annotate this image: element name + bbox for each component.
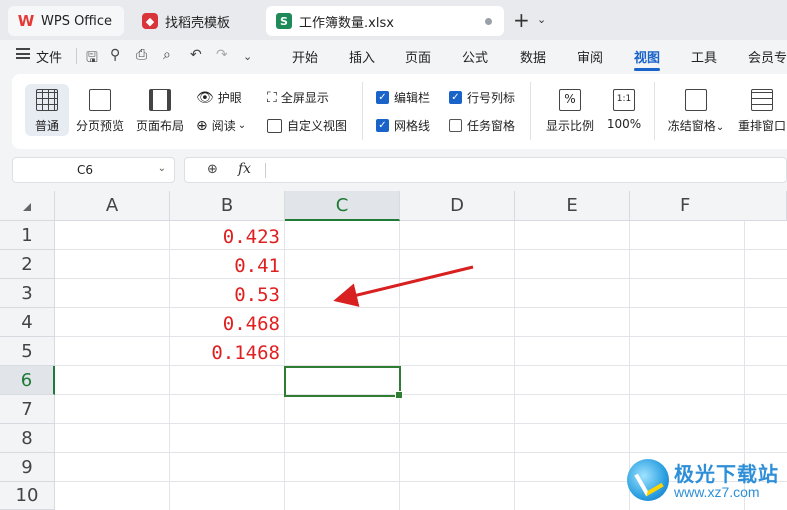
fullscreen-button[interactable]: ⛶ 全屏显示 — [267, 89, 329, 106]
save-icon[interactable]: 🖫 — [86, 47, 98, 71]
name-box[interactable]: C6 ⌄ — [12, 157, 175, 183]
menu-formulas[interactable]: 公式 — [462, 47, 488, 66]
divider — [362, 82, 363, 140]
name-box-value: C6 — [77, 163, 94, 177]
formula-input[interactable]: ⊕ fx — [184, 157, 787, 183]
zoom-label: 显示比例 — [545, 119, 594, 133]
title-tab-bar: W WPS Office ◆ 找稻壳模板 S 工作簿数量.xlsx + ⌄ — [0, 0, 787, 40]
watermark-url: www.xz7.com — [674, 484, 760, 500]
page-break-icon — [89, 89, 111, 111]
zoom-100-label: 100% — [606, 117, 642, 131]
tab-docer-templates[interactable]: ◆ 找稻壳模板 — [132, 6, 260, 36]
print-icon[interactable]: ⎙ — [136, 47, 147, 63]
fullscreen-label: 全屏显示 — [280, 91, 329, 105]
formula-bar-label: 编辑栏 — [394, 91, 431, 105]
eye-protection-button[interactable]: 👁 护眼 — [196, 89, 242, 106]
tab-workbook[interactable]: S 工作簿数量.xlsx — [266, 6, 504, 36]
tab-label: WPS Office — [41, 13, 113, 29]
page-break-preview-button[interactable]: 分页预览 — [74, 89, 126, 134]
unsaved-indicator-icon[interactable] — [485, 18, 492, 25]
eye-icon: 👁 — [196, 89, 214, 106]
file-menu[interactable]: 文件 — [36, 47, 62, 66]
active-menu-indicator — [634, 68, 660, 71]
zoom-in-icon[interactable]: ⊕ — [207, 162, 218, 177]
checkbox-checked-icon: ✓ — [376, 119, 389, 132]
checkbox-checked-icon: ✓ — [376, 91, 389, 104]
divider — [654, 82, 655, 140]
tab-label: 找稻壳模板 — [165, 15, 231, 31]
freeze-panes-label: 冻结窗格⌄ — [667, 119, 725, 133]
menu-data[interactable]: 数据 — [520, 47, 546, 66]
view-ribbon: 普通 分页预览 页面布局 👁 护眼 ⊕ 阅读 ⌄ ⛶ 全屏显示 自定义视图 ✓ … — [12, 74, 787, 149]
checkbox-checked-icon: ✓ — [449, 91, 462, 104]
reading-mode-button[interactable]: ⊕ 阅读 ⌄ — [196, 117, 246, 134]
divider — [76, 48, 77, 64]
crosshair-icon: ⊕ — [196, 117, 208, 134]
spreadsheet-icon: S — [276, 13, 292, 29]
freeze-panes-button[interactable]: 冻结窗格⌄ — [664, 89, 728, 134]
reading-mode-label: 阅读 — [211, 119, 236, 133]
zoom-button[interactable]: % 显示比例 — [542, 89, 598, 134]
docer-logo-icon: ◆ — [142, 13, 158, 29]
zoom-100-icon: 1:1 — [613, 89, 635, 111]
headings-label: 行号列标 — [467, 91, 516, 105]
formula-bar-checkbox[interactable]: ✓ 编辑栏 — [376, 89, 430, 106]
custom-view-icon — [267, 118, 282, 133]
new-tab-icon[interactable]: + — [513, 8, 530, 32]
arrange-windows-label: 重排窗口 — [737, 119, 786, 133]
page-break-label: 分页预览 — [75, 119, 124, 133]
task-pane-label: 任务窗格 — [467, 119, 516, 133]
chevron-down-icon: ⌄ — [237, 120, 247, 131]
watermark-title: 极光下载站 — [674, 462, 779, 486]
eye-protection-label: 护眼 — [217, 91, 242, 105]
menu-page[interactable]: 页面 — [405, 47, 431, 66]
tab-wps-office[interactable]: W WPS Office — [8, 6, 124, 36]
print-preview-icon[interactable]: ⌕ — [163, 47, 171, 63]
freeze-panes-icon — [685, 89, 707, 111]
hamburger-menu-icon[interactable] — [16, 48, 30, 59]
headings-checkbox[interactable]: ✓ 行号列标 — [449, 89, 515, 106]
format-painter-icon[interactable]: ⚲ — [110, 47, 120, 63]
wps-logo-icon: W — [17, 12, 35, 30]
page-layout-icon — [149, 89, 171, 111]
zoom-percent-icon: % — [559, 89, 581, 111]
arrow-line — [333, 265, 474, 307]
function-icon[interactable]: fx — [238, 161, 251, 177]
menu-review[interactable]: 审阅 — [577, 47, 603, 66]
normal-view-label: 普通 — [34, 119, 59, 133]
custom-view-button[interactable]: 自定义视图 — [267, 117, 347, 134]
arrange-windows-button[interactable]: 重排窗口 — [734, 89, 787, 134]
undo-icon[interactable]: ↶ — [190, 47, 202, 63]
fullscreen-icon: ⛶ — [267, 89, 277, 106]
menu-member[interactable]: 会员专 — [748, 47, 787, 66]
gridlines-checkbox[interactable]: ✓ 网格线 — [376, 117, 430, 134]
redo-icon[interactable]: ↷ — [216, 47, 228, 63]
menu-home[interactable]: 开始 — [292, 47, 318, 66]
divider — [530, 82, 531, 140]
divider — [265, 163, 266, 178]
task-pane-checkbox[interactable]: 任务窗格 — [449, 117, 515, 134]
tab-label: 工作簿数量.xlsx — [299, 15, 394, 31]
gridlines-label: 网格线 — [394, 119, 431, 133]
custom-view-label: 自定义视图 — [287, 119, 348, 133]
chevron-down-icon[interactable]: ⌄ — [537, 13, 546, 26]
normal-view-button[interactable]: 普通 — [25, 84, 69, 136]
menu-view[interactable]: 视图 — [634, 47, 660, 66]
checkbox-unchecked-icon — [449, 119, 462, 132]
zoom-100-button[interactable]: 1:1 100% — [604, 89, 644, 131]
page-layout-button[interactable]: 页面布局 — [134, 89, 186, 134]
menu-insert[interactable]: 插入 — [349, 47, 375, 66]
grid-icon — [36, 89, 58, 111]
page-layout-label: 页面布局 — [135, 119, 184, 133]
chevron-down-icon[interactable]: ⌄ — [158, 163, 166, 174]
site-logo-icon — [627, 459, 669, 501]
chevron-down-icon[interactable]: ⌄ — [243, 50, 252, 63]
arrange-windows-icon — [751, 89, 773, 111]
menu-bar: 文件 🖫 ⚲ ⎙ ⌕ ↶ ↷ ⌄ 开始 插入 页面 公式 数据 审阅 视图 工具… — [0, 40, 787, 72]
menu-tools[interactable]: 工具 — [691, 47, 717, 66]
watermark: 极光下载站 www.xz7.com — [624, 456, 787, 510]
